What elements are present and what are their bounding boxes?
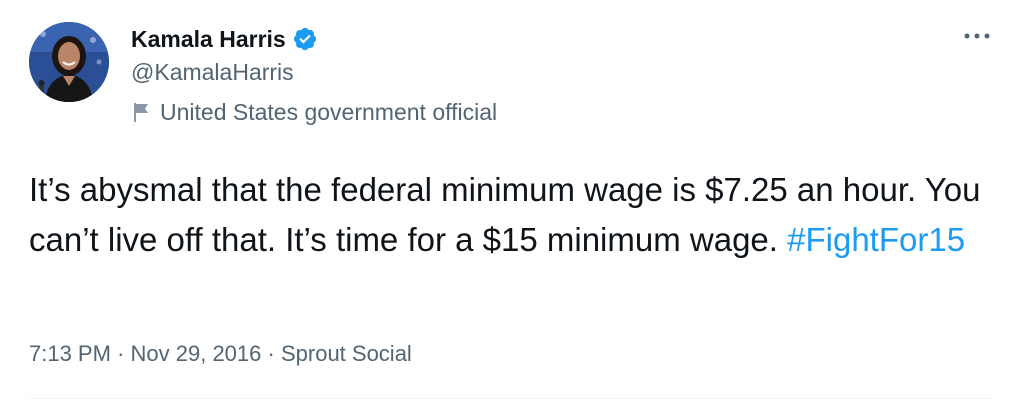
flag-icon [131, 101, 151, 123]
tweet-text: It’s abysmal that the federal minimum wa… [29, 165, 989, 265]
tweet-time[interactable]: 7:13 PM [29, 341, 111, 366]
author-name-row[interactable]: Kamala Harris [131, 24, 318, 54]
account-label[interactable]: United States government official [131, 97, 497, 127]
more-icon [964, 33, 990, 39]
hashtag-link[interactable]: #FightFor15 [787, 221, 965, 258]
divider [29, 398, 994, 399]
avatar[interactable] [29, 22, 109, 102]
author-display-name[interactable]: Kamala Harris [131, 26, 286, 53]
author-handle[interactable]: @KamalaHarris [131, 59, 294, 86]
tweet-card: Kamala Harris @KamalaHarris United State… [0, 0, 1023, 404]
tweet-date[interactable]: Nov 29, 2016 [131, 341, 262, 366]
meta-separator: · [117, 341, 125, 366]
verified-badge-icon [292, 26, 318, 52]
tweet-meta: 7:13 PM · Nov 29, 2016 · Sprout Social [29, 341, 412, 367]
meta-separator: · [267, 341, 275, 366]
tweet-source[interactable]: Sprout Social [281, 341, 412, 366]
more-options-button[interactable] [963, 24, 991, 48]
account-label-text: United States government official [160, 98, 498, 125]
profile-photo [29, 22, 109, 102]
